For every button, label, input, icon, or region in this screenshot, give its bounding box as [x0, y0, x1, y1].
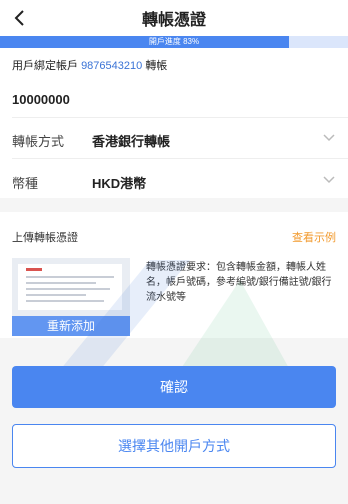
- progress-text: 開戶進度 83%: [148, 37, 200, 46]
- reupload-button[interactable]: 重新添加: [12, 316, 130, 336]
- confirm-button[interactable]: 確認: [12, 366, 336, 408]
- transfer-method-label: 轉帳方式: [12, 134, 65, 149]
- bound-account-label: 用戶綁定帳戶: [12, 60, 78, 72]
- currency-label: 幣種: [12, 176, 39, 191]
- transfer-method-value: 香港銀行轉帳: [92, 134, 171, 149]
- view-example-link[interactable]: 查看示例: [292, 229, 336, 245]
- chevron-down-icon: [323, 176, 335, 184]
- voucher-line: [26, 282, 96, 284]
- page-title: 轉帳憑證: [141, 12, 206, 29]
- voucher-thumbnail[interactable]: 重新添加: [12, 258, 130, 336]
- voucher-line: [26, 288, 110, 290]
- bound-account-number: 9876543210: [81, 60, 143, 72]
- upload-description: 轉帳憑證要求：包含轉帳金額，轉帳人姓名，帳戶號碼，參考編號/銀行備註號/銀行流水…: [146, 262, 332, 303]
- header-bar: 轉帳憑證: [0, 0, 348, 36]
- chevron-left-icon[interactable]: [8, 6, 32, 30]
- voucher-logo: [26, 268, 42, 271]
- chevron-down-icon: [323, 134, 335, 142]
- upload-title: 上傳轉帳憑證: [12, 232, 78, 244]
- transfer-method-select[interactable]: 轉帳方式 香港銀行轉帳: [0, 118, 348, 158]
- voucher-line: [26, 300, 104, 302]
- other-method-button[interactable]: 選擇其他開戶方式: [12, 424, 336, 468]
- voucher-line: [26, 294, 86, 296]
- voucher-line: [26, 276, 114, 278]
- voucher-image: [18, 264, 122, 310]
- bound-account-suffix: 轉帳: [145, 60, 168, 72]
- upload-card: 上傳轉帳憑證 查看示例 重新添加 轉帳憑證要求：包含轉帳金額，轉帳人姓名，帳戶號…: [0, 212, 348, 338]
- bound-account-line: 用戶綁定帳戶 9876543210 轉帳: [12, 57, 167, 73]
- amount-value[interactable]: 10000000: [12, 92, 70, 107]
- currency-select[interactable]: 幣種 HKD港幣: [0, 160, 348, 200]
- progress-bar: 開戶進度 83%: [0, 36, 348, 48]
- divider: [12, 158, 348, 159]
- currency-value: HKD港幣: [92, 176, 147, 191]
